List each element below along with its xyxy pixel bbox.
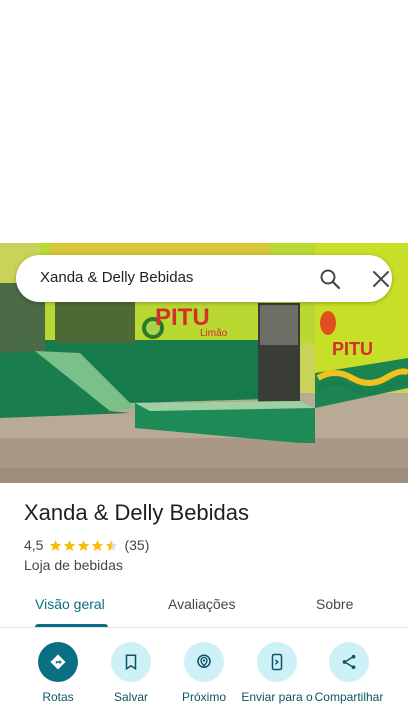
map-area-blank bbox=[0, 0, 408, 243]
star-rating bbox=[49, 539, 119, 552]
photo-sign-text: PITU bbox=[155, 304, 210, 331]
save-button[interactable]: Salvar bbox=[93, 642, 169, 705]
star-icon bbox=[78, 539, 90, 551]
photo-sign-sub: Limão bbox=[200, 328, 228, 339]
tab-about[interactable]: Sobre bbox=[316, 596, 353, 612]
directions-icon bbox=[38, 642, 78, 682]
star-icon bbox=[92, 539, 104, 551]
photo-sign-text-right: PITU bbox=[332, 339, 373, 359]
place-title: Xanda & Delly Bebidas bbox=[24, 500, 250, 525]
search-bar[interactable]: Xanda & Delly Bebidas bbox=[16, 255, 392, 302]
search-input[interactable]: Xanda & Delly Bebidas bbox=[40, 269, 193, 286]
nearby-button[interactable]: Próximo bbox=[166, 642, 242, 705]
send-to-phone-label: Enviar para o bbox=[241, 690, 313, 704]
send-to-phone-icon bbox=[257, 642, 297, 682]
tab-bar: Visão geral Avaliações Sobre bbox=[0, 586, 408, 628]
tab-reviews[interactable]: Avaliações bbox=[168, 596, 235, 612]
send-to-phone-button[interactable]: Enviar para o bbox=[239, 642, 315, 705]
rating-row[interactable]: 4,5 (35) bbox=[24, 537, 149, 553]
tab-overview[interactable]: Visão geral bbox=[35, 596, 105, 612]
nearby-label: Próximo bbox=[181, 690, 226, 704]
directions-button[interactable]: Rotas bbox=[20, 642, 96, 705]
search-icon[interactable] bbox=[318, 267, 342, 291]
save-label: Salvar bbox=[113, 690, 148, 704]
bookmark-icon bbox=[111, 642, 151, 682]
close-icon[interactable] bbox=[369, 267, 393, 291]
tab-active-indicator bbox=[35, 624, 108, 627]
star-half-icon bbox=[106, 539, 118, 551]
star-icon bbox=[50, 539, 62, 551]
action-bar: Rotas Salvar Próximo Enviar para o Compa… bbox=[0, 628, 408, 726]
nearby-icon bbox=[184, 642, 224, 682]
star-icon bbox=[64, 539, 76, 551]
directions-label: Rotas bbox=[42, 690, 74, 704]
share-label: Compartilhar bbox=[314, 690, 384, 704]
place-category: Loja de bebidas bbox=[24, 557, 123, 573]
review-count[interactable]: (35) bbox=[124, 537, 149, 553]
share-button[interactable]: Compartilhar bbox=[311, 642, 387, 705]
rating-value: 4,5 bbox=[24, 537, 44, 553]
share-icon bbox=[329, 642, 369, 682]
